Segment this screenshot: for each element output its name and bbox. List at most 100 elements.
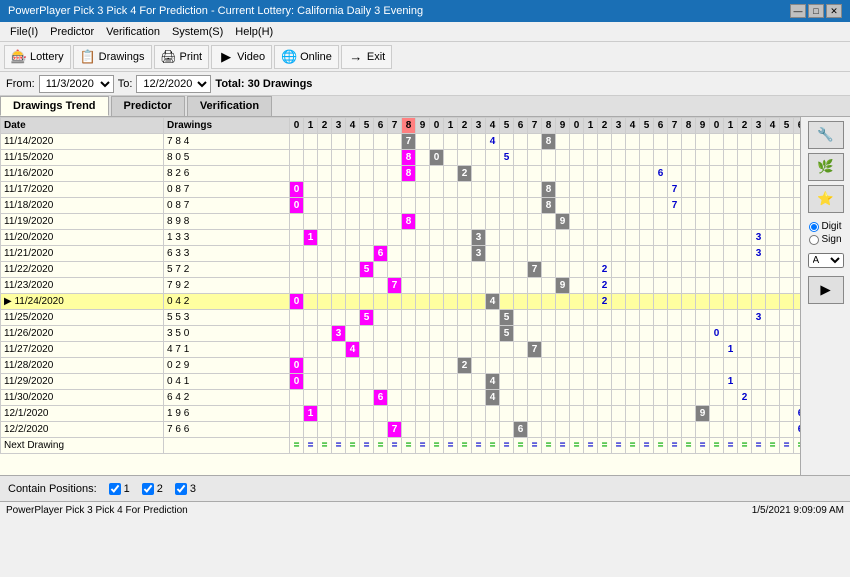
grid-cell — [346, 294, 360, 310]
grid-cell — [598, 342, 612, 358]
table-scroll-area[interactable]: Date Drawings 0 1 2 3 4 5 6 7 8 9 0 1 — [0, 117, 850, 475]
grid-cell — [738, 294, 752, 310]
grid-cell — [346, 358, 360, 374]
grid-cell: 7 — [668, 198, 682, 214]
menu-verification[interactable]: Verification — [100, 24, 166, 40]
grid-cell — [682, 342, 696, 358]
grid-cell — [598, 310, 612, 326]
to-date-select[interactable]: 12/2/2020 — [136, 75, 211, 93]
grid-cell — [514, 294, 528, 310]
grid-cell — [738, 150, 752, 166]
grid-cell — [374, 294, 388, 310]
tab-drawings-trend[interactable]: Drawings Trend — [0, 96, 109, 116]
grid-cell — [290, 342, 304, 358]
menu-help[interactable]: Help(H) — [229, 24, 279, 40]
table-row: 11/20/2020 — [1, 230, 164, 246]
grid-cell — [514, 326, 528, 342]
grid-cell: 4 — [346, 342, 360, 358]
exit-icon: → — [348, 49, 364, 65]
grid-cell — [626, 198, 640, 214]
grid-cell — [318, 134, 332, 150]
grid-cell — [570, 390, 584, 406]
grid-cell — [710, 406, 724, 422]
grid-cell — [290, 150, 304, 166]
grid-cell — [752, 166, 766, 182]
action-icon: ▶ — [820, 282, 830, 298]
minimize-button[interactable]: — — [790, 4, 806, 18]
next-drawing-cell: = — [710, 438, 724, 454]
grid-cell — [570, 374, 584, 390]
grid-cell — [472, 342, 486, 358]
grid-cell — [654, 406, 668, 422]
right-panel: 🔧 🌿 ⭐ Digit Sign A B C ▶ — [800, 117, 850, 475]
grid-cell — [752, 150, 766, 166]
grid-cell — [444, 150, 458, 166]
grid-cell — [584, 166, 598, 182]
grid-cell — [514, 406, 528, 422]
grid-cell — [696, 278, 710, 294]
grid-cell — [556, 374, 570, 390]
grid-cell — [472, 294, 486, 310]
menu-system[interactable]: System(S) — [166, 24, 229, 40]
lottery-button[interactable]: 🎰 Lottery — [4, 45, 71, 69]
grid-cell — [780, 214, 794, 230]
grid-cell — [430, 390, 444, 406]
digit-radio[interactable] — [809, 222, 819, 232]
grid-cell — [472, 198, 486, 214]
checkbox-pos-3[interactable] — [175, 483, 187, 495]
sign-radio[interactable] — [809, 235, 819, 245]
drawings-cell: 6 4 2 — [164, 390, 290, 406]
grid-cell — [696, 358, 710, 374]
print-button[interactable]: 🖨 Print — [154, 45, 210, 69]
table-row: 11/27/2020 — [1, 342, 164, 358]
grid-cell — [416, 150, 430, 166]
grid-cell — [402, 262, 416, 278]
grid-cell — [598, 182, 612, 198]
next-drawing-cell: = — [486, 438, 500, 454]
grid-cell — [724, 182, 738, 198]
action-button[interactable]: ▶ — [808, 276, 844, 304]
grid-cell — [598, 422, 612, 438]
checkbox-pos-2[interactable] — [142, 483, 154, 495]
video-button[interactable]: ▶ Video — [211, 45, 272, 69]
from-date-select[interactable]: 11/3/2020 — [39, 75, 114, 93]
menu-predictor[interactable]: Predictor — [44, 24, 100, 40]
table-row: 11/23/2020 — [1, 278, 164, 294]
grid-cell — [612, 342, 626, 358]
grid-cell — [654, 278, 668, 294]
grid-cell — [598, 198, 612, 214]
grid-cell — [556, 166, 570, 182]
grid-cell — [500, 374, 514, 390]
toolbar: 🎰 Lottery 📋 Drawings 🖨 Print ▶ Video 🌐 O… — [0, 42, 850, 72]
grid-cell — [304, 182, 318, 198]
table-row: 11/30/2020 — [1, 390, 164, 406]
wrench-button[interactable]: 🔧 — [808, 121, 844, 149]
grid-cell — [640, 390, 654, 406]
grid-cell — [332, 374, 346, 390]
tab-verification[interactable]: Verification — [187, 96, 272, 116]
grid-cell: 9 — [696, 406, 710, 422]
grid-cell — [738, 278, 752, 294]
grid-cell — [374, 374, 388, 390]
close-button[interactable]: ✕ — [826, 4, 842, 18]
letter-select[interactable]: A B C — [808, 253, 844, 268]
grid-cell — [584, 182, 598, 198]
grid-cell — [388, 390, 402, 406]
leaf-button[interactable]: 🌿 — [808, 153, 844, 181]
online-button[interactable]: 🌐 Online — [274, 45, 339, 69]
grid-cell — [388, 150, 402, 166]
grid-cell — [654, 326, 668, 342]
checkbox-pos-1[interactable] — [109, 483, 121, 495]
grid-cell — [416, 214, 430, 230]
menu-file[interactable]: File(I) — [4, 24, 44, 40]
grid-cell: 0 — [290, 198, 304, 214]
grid-cell — [654, 150, 668, 166]
drawings-button[interactable]: 📋 Drawings — [73, 45, 152, 69]
grid-cell — [598, 150, 612, 166]
drawings-cell: 5 5 3 — [164, 310, 290, 326]
maximize-button[interactable]: □ — [808, 4, 824, 18]
grid-cell — [514, 134, 528, 150]
tab-predictor[interactable]: Predictor — [111, 96, 185, 116]
exit-button[interactable]: → Exit — [341, 45, 392, 69]
star-button[interactable]: ⭐ — [808, 185, 844, 213]
